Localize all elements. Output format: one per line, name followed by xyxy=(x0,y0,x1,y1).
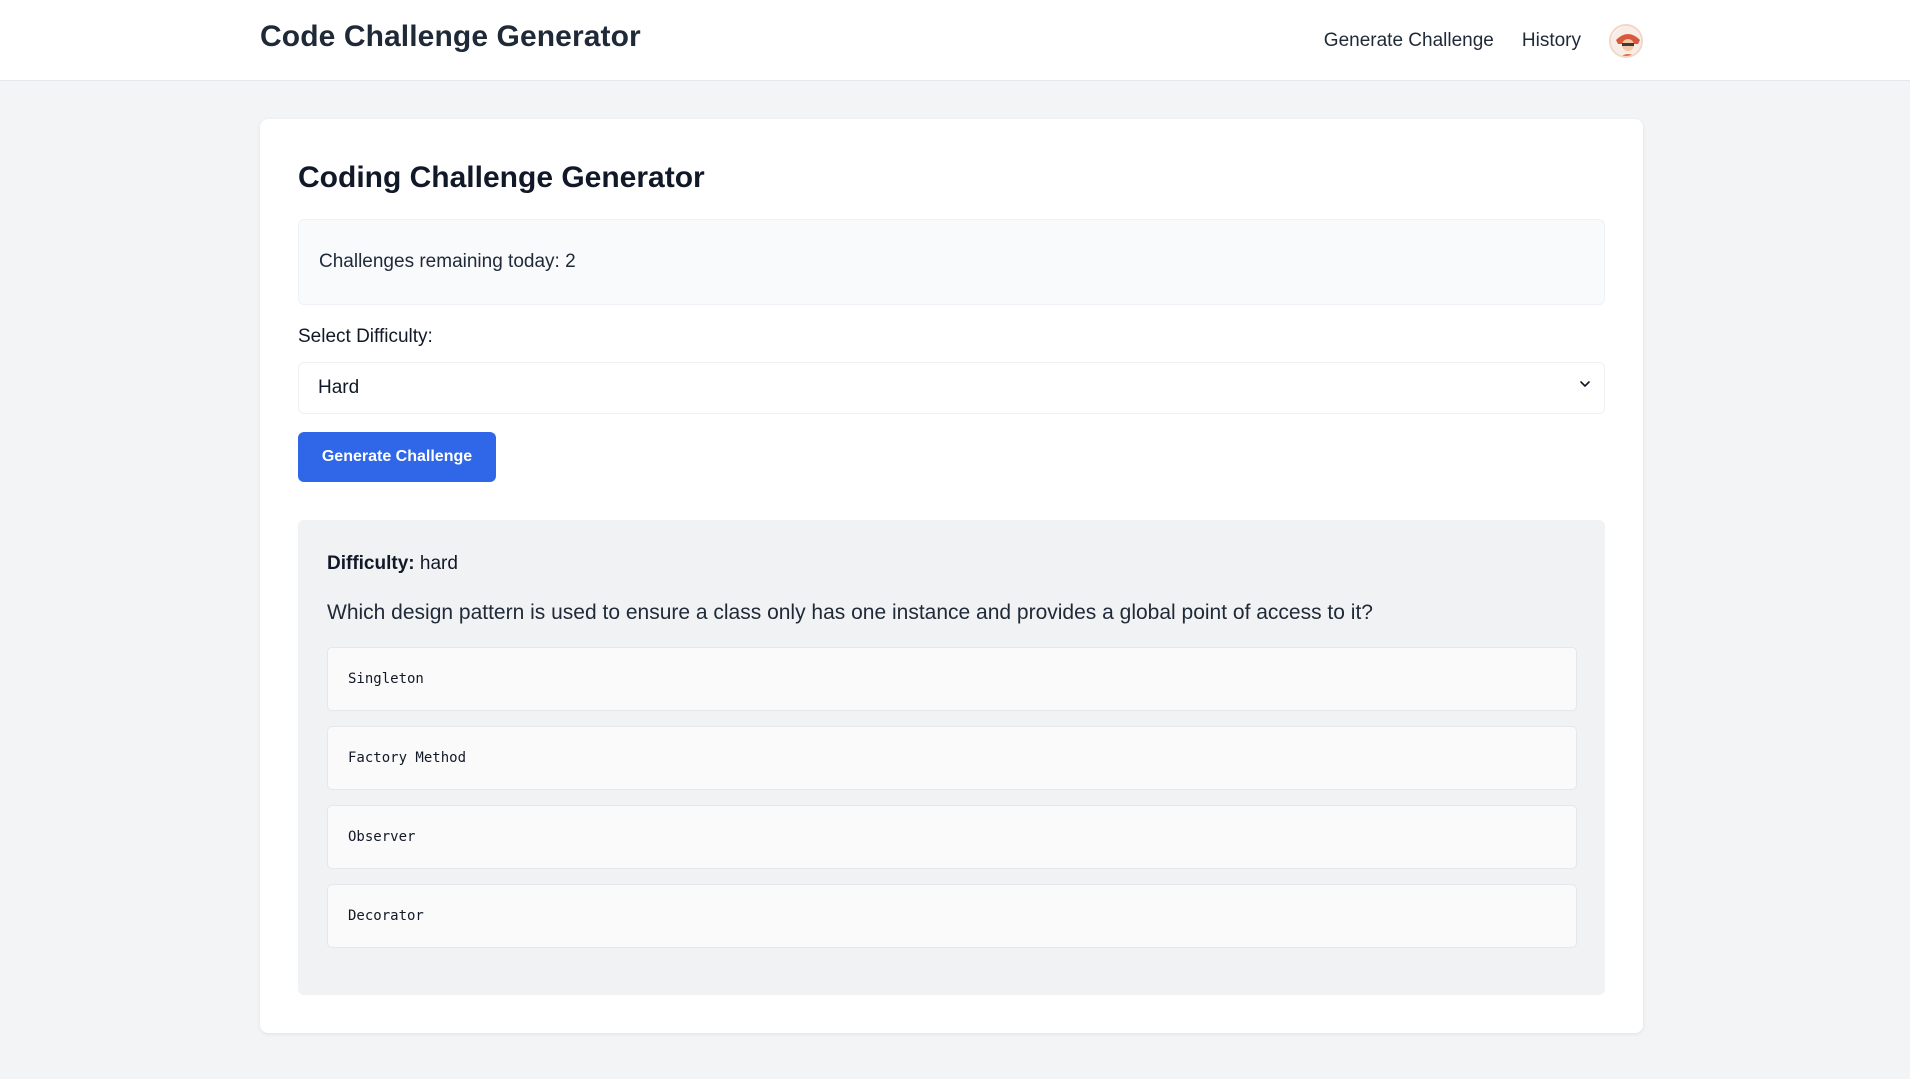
app-title[interactable]: Code Challenge Generator xyxy=(260,20,641,54)
difficulty-label: Select Difficulty: xyxy=(298,326,433,347)
quota-info-box: Challenges remaining today: 2 xyxy=(298,219,1605,305)
difficulty-select[interactable]: Hard xyxy=(298,362,1605,414)
user-avatar-icon[interactable] xyxy=(1609,24,1643,58)
answer-option-factory-method[interactable]: Factory Method xyxy=(327,726,1577,790)
challenge-difficulty: Difficulty: hard xyxy=(327,553,458,575)
page-title: Coding Challenge Generator xyxy=(298,161,705,194)
nav-generate-challenge[interactable]: Generate Challenge xyxy=(1324,30,1494,52)
answer-option-singleton[interactable]: Singleton xyxy=(327,647,1577,711)
generate-challenge-button[interactable]: Generate Challenge xyxy=(298,432,496,482)
answer-option-label: Decorator xyxy=(348,908,424,924)
challenge-generator-card: Coding Challenge Generator Challenges re… xyxy=(260,119,1643,1033)
challenge-question: Which design pattern is used to ensure a… xyxy=(327,601,1373,624)
difficulty-selected-value: Hard xyxy=(318,377,360,398)
answer-option-label: Singleton xyxy=(348,671,424,687)
answer-option-decorator[interactable]: Decorator xyxy=(327,884,1577,948)
chevron-down-icon xyxy=(1580,381,1590,387)
main-nav: Generate Challenge History xyxy=(1324,22,1643,60)
answer-option-label: Factory Method xyxy=(348,750,467,766)
answer-option-label: Observer xyxy=(348,829,416,845)
top-navbar: Code Challenge Generator Generate Challe… xyxy=(0,0,1910,81)
remaining-challenges-text: Challenges remaining today: 2 xyxy=(319,251,576,272)
challenge-difficulty-value: hard xyxy=(419,553,458,574)
challenge-difficulty-label: Difficulty: xyxy=(327,553,415,574)
answer-option-observer[interactable]: Observer xyxy=(327,805,1577,869)
nav-history[interactable]: History xyxy=(1522,30,1581,52)
challenge-result-panel: Difficulty: hard Which design pattern is… xyxy=(298,520,1605,995)
